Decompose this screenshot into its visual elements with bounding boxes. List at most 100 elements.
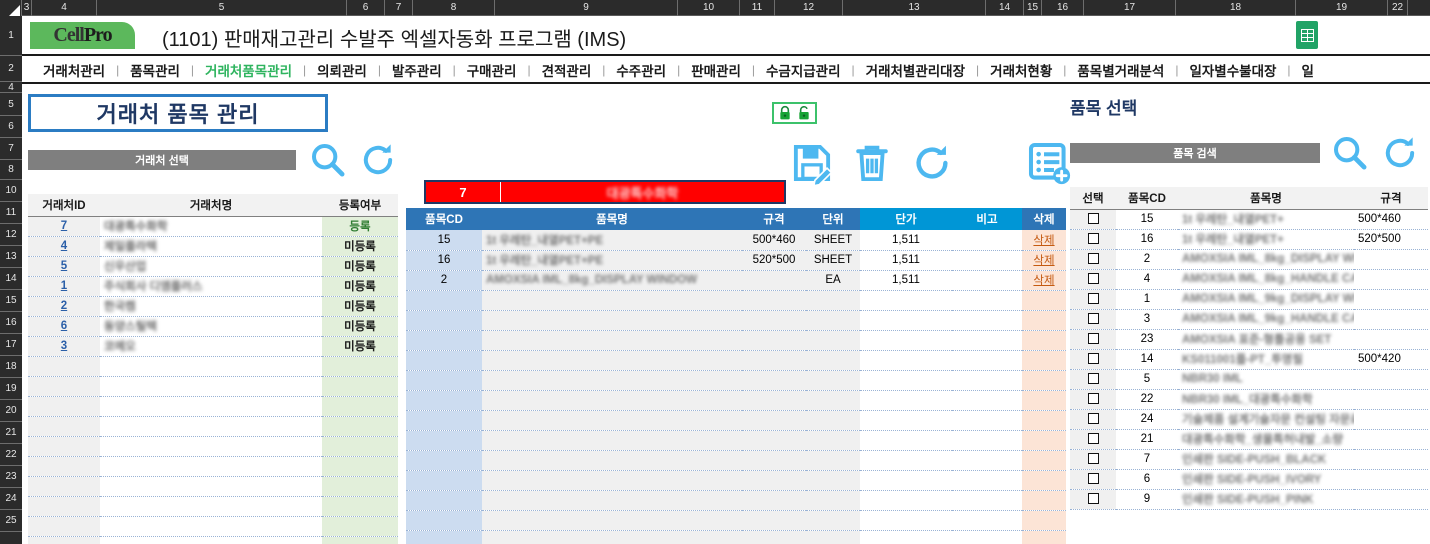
item-select-checkbox[interactable] (1087, 213, 1099, 225)
row-header[interactable]: 6 (0, 116, 22, 138)
menu-item-13[interactable]: 일자별수불대장 (1178, 60, 1287, 80)
table-row-empty[interactable] (28, 356, 398, 377)
empty-cell[interactable] (1022, 470, 1066, 491)
customer-id-link[interactable]: 3 (61, 340, 67, 352)
customer-select-button[interactable]: 거래처 선택 (28, 150, 296, 170)
list-item[interactable]: 6 인쇄판 SIDE-PUSH_IVORY (1070, 469, 1428, 490)
empty-cell[interactable] (100, 376, 322, 397)
list-item[interactable]: 1 AMOXSIA IML_9kg_DISPLAY WINDOW (1070, 289, 1428, 310)
empty-cell[interactable] (100, 456, 322, 477)
empty-cell[interactable] (482, 330, 742, 351)
main-navigation[interactable]: 거래처관리 | 품목관리 | 거래처품목관리 | 의뢰관리 | 발주관리 | 구매관리 | 견적관리 | 수… (22, 58, 1430, 84)
table-row-empty[interactable] (406, 370, 1066, 391)
cell-delete[interactable]: 삭제 (1022, 270, 1066, 291)
empty-cell[interactable] (806, 510, 860, 531)
empty-cell[interactable] (806, 390, 860, 411)
empty-cell[interactable] (1022, 390, 1066, 411)
empty-cell[interactable] (100, 496, 322, 517)
cell-select[interactable] (1070, 209, 1116, 230)
item-select-checkbox[interactable] (1087, 433, 1099, 445)
list-item[interactable]: 4 AMOXSIA IML_8kg_HANDLE CASE (1070, 269, 1428, 290)
empty-cell[interactable] (742, 290, 806, 311)
empty-cell[interactable] (952, 350, 1022, 371)
cell-item-memo[interactable] (952, 250, 1022, 271)
cell-select[interactable] (1070, 289, 1116, 310)
empty-cell[interactable] (28, 516, 100, 537)
empty-cell[interactable] (482, 370, 742, 391)
empty-cell[interactable] (1022, 410, 1066, 431)
empty-cell[interactable] (322, 416, 398, 437)
cell-select[interactable] (1070, 429, 1116, 450)
column-header[interactable]: 13 (843, 0, 986, 16)
empty-cell[interactable] (742, 430, 806, 451)
row-header[interactable]: 25 (0, 510, 22, 532)
empty-cell[interactable] (860, 410, 952, 431)
empty-cell[interactable] (952, 330, 1022, 351)
menu-item-1[interactable]: 품목관리 (119, 60, 191, 80)
customer-id-link[interactable]: 5 (61, 260, 67, 272)
row-header[interactable]: 14 (0, 268, 22, 290)
empty-cell[interactable] (860, 330, 952, 351)
item-select-checkbox[interactable] (1087, 353, 1099, 365)
empty-cell[interactable] (860, 430, 952, 451)
empty-cell[interactable] (100, 436, 322, 457)
empty-cell[interactable] (482, 350, 742, 371)
spreadsheet-column-headers[interactable]: 3 4 5 6 7 8 9 10 11 12 13 14 15 16 17 18 19 22 (0, 0, 1430, 16)
menu-item-8[interactable]: 판매관리 (680, 60, 752, 80)
empty-cell[interactable] (322, 456, 398, 477)
table-row-empty[interactable] (28, 396, 398, 417)
lock-open-icon[interactable] (796, 105, 812, 121)
empty-cell[interactable] (28, 396, 100, 417)
empty-cell[interactable] (806, 450, 860, 471)
empty-cell[interactable] (482, 310, 742, 331)
column-header[interactable]: 9 (495, 0, 678, 16)
table-row[interactable]: 1 주식회사 디엠플러스 미등록 (28, 276, 398, 297)
empty-cell[interactable] (406, 450, 482, 471)
item-select-checkbox[interactable] (1087, 493, 1099, 505)
list-item[interactable]: 3 AMOXSIA IML_9kg_HANDLE CASE (1070, 309, 1428, 330)
refresh-icon[interactable] (910, 141, 954, 185)
row-header[interactable]: 22 (0, 444, 22, 466)
empty-cell[interactable] (322, 476, 398, 497)
row-header[interactable]: 16 (0, 312, 22, 334)
list-item[interactable]: 24 기술제품 설계기술자문 컨설팅 자문료 및 검수 (1070, 409, 1428, 430)
delete-row-link[interactable]: 삭제 (1033, 235, 1054, 247)
table-row-empty[interactable] (406, 470, 1066, 491)
list-item[interactable]: 22 NBR30 IML_대광특수화학 (1070, 389, 1428, 410)
refresh-icon[interactable] (358, 140, 398, 180)
cell-delete[interactable]: 삭제 (1022, 230, 1066, 251)
empty-cell[interactable] (860, 350, 952, 371)
cell-select[interactable] (1070, 369, 1116, 390)
excel-file-icon[interactable] (1290, 18, 1324, 52)
row-header[interactable]: 8 (0, 160, 22, 180)
table-row-empty[interactable] (406, 530, 1066, 544)
delete-button[interactable] (850, 141, 894, 185)
menu-item-3[interactable]: 의뢰관리 (306, 60, 378, 80)
empty-cell[interactable] (28, 456, 100, 477)
empty-cell[interactable] (742, 310, 806, 331)
add-items-button[interactable] (1026, 140, 1072, 186)
empty-cell[interactable] (860, 290, 952, 311)
empty-cell[interactable] (1022, 290, 1066, 311)
column-header[interactable]: 8 (413, 0, 495, 16)
menu-item-6[interactable]: 견적관리 (531, 60, 603, 80)
item-select-checkbox[interactable] (1087, 373, 1099, 385)
empty-cell[interactable] (952, 530, 1022, 544)
empty-cell[interactable] (1022, 450, 1066, 471)
empty-cell[interactable] (806, 410, 860, 431)
row-header[interactable]: 18 (0, 356, 22, 378)
item-select-checkbox[interactable] (1087, 333, 1099, 345)
table-row[interactable]: 16 1t 우레탄_내열PET+PE 520*500 SHEET 1,511 삭제 (406, 250, 1066, 271)
menu-item-2[interactable]: 거래처품목관리 (194, 60, 303, 80)
empty-cell[interactable] (482, 450, 742, 471)
empty-cell[interactable] (952, 490, 1022, 511)
item-select-checkbox[interactable] (1087, 393, 1099, 405)
empty-cell[interactable] (952, 470, 1022, 491)
table-row[interactable]: 6 동양스틸텍 미등록 (28, 316, 398, 337)
column-header[interactable]: 11 (740, 0, 775, 16)
cell-delete[interactable]: 삭제 (1022, 250, 1066, 271)
column-header[interactable]: 17 (1084, 0, 1176, 16)
list-item[interactable]: 16 1t 우레탄_내열PET+ 520*500 (1070, 229, 1428, 250)
save-button[interactable] (790, 141, 834, 185)
row-header[interactable]: 20 (0, 400, 22, 422)
